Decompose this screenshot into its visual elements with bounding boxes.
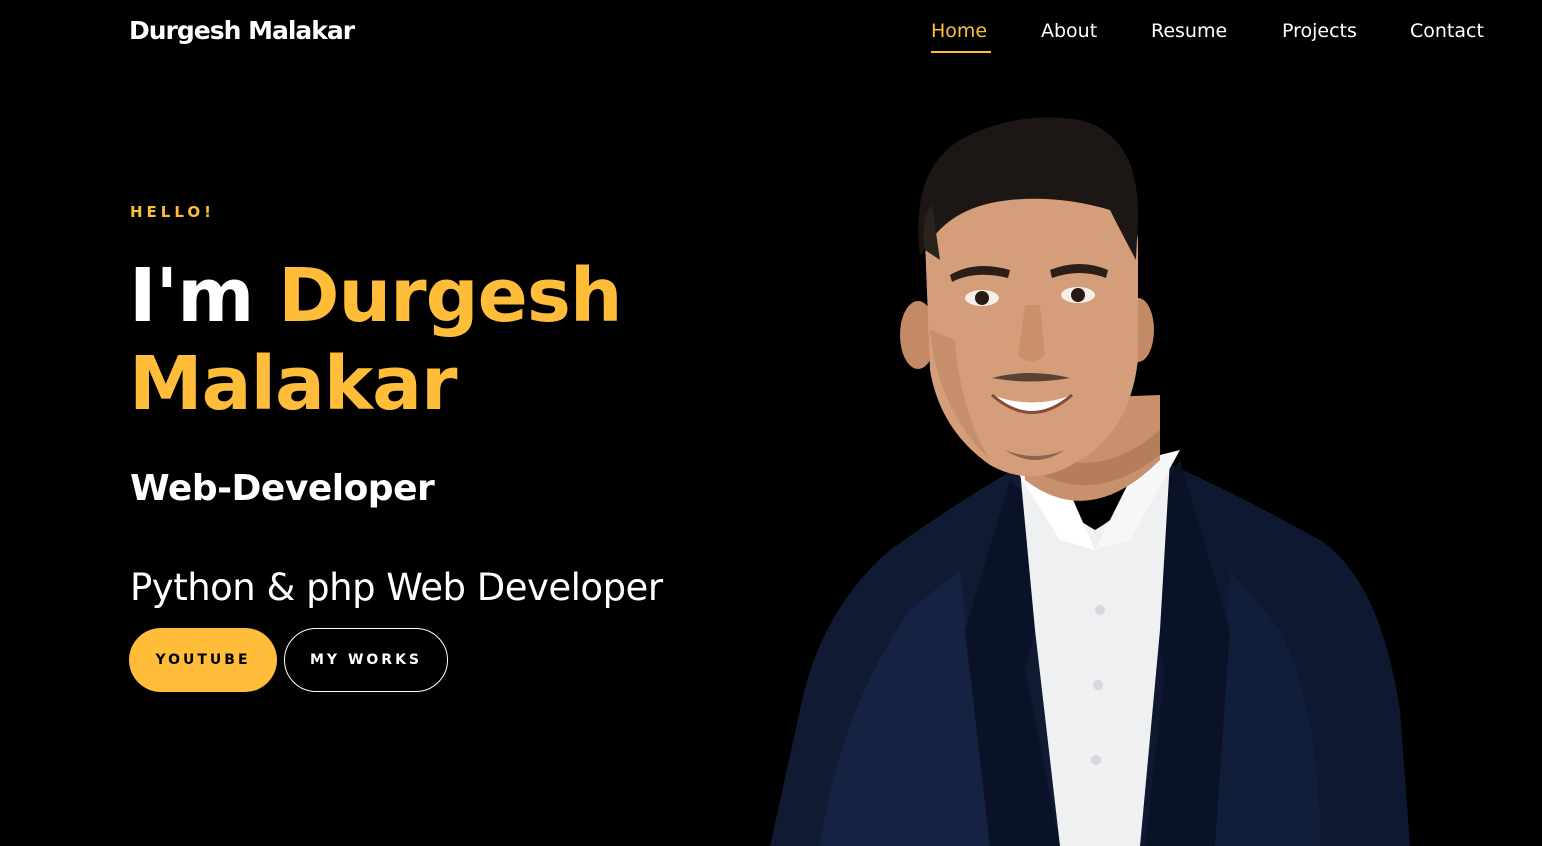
- hero-headline: I'm Durgesh Malakar: [129, 252, 623, 428]
- youtube-button[interactable]: YOUTUBE: [129, 628, 277, 692]
- tagline: Python & php Web Developer: [130, 566, 663, 609]
- intro-text: I'm: [129, 253, 254, 339]
- nav-item-home[interactable]: Home: [931, 20, 987, 42]
- nav-item-projects[interactable]: Projects: [1282, 20, 1357, 42]
- page: Durgesh Malakar Home About Resume Projec…: [0, 0, 1542, 846]
- navbar: Durgesh Malakar Home About Resume Projec…: [0, 0, 1542, 70]
- name-last: Malakar: [129, 341, 458, 427]
- my-works-button[interactable]: MY WORKS: [284, 628, 448, 692]
- nav-item-resume[interactable]: Resume: [1151, 20, 1227, 42]
- role-title: Web-Developer: [130, 468, 435, 509]
- nav-active-indicator: [931, 51, 991, 53]
- brand-logo[interactable]: Durgesh Malakar: [129, 16, 355, 45]
- portrait-photo: [770, 117, 1410, 846]
- greeting-label: HELLO!: [130, 203, 215, 221]
- name-first: Durgesh: [278, 253, 622, 339]
- nav-item-about[interactable]: About: [1041, 20, 1097, 42]
- nav-item-contact[interactable]: Contact: [1410, 20, 1484, 42]
